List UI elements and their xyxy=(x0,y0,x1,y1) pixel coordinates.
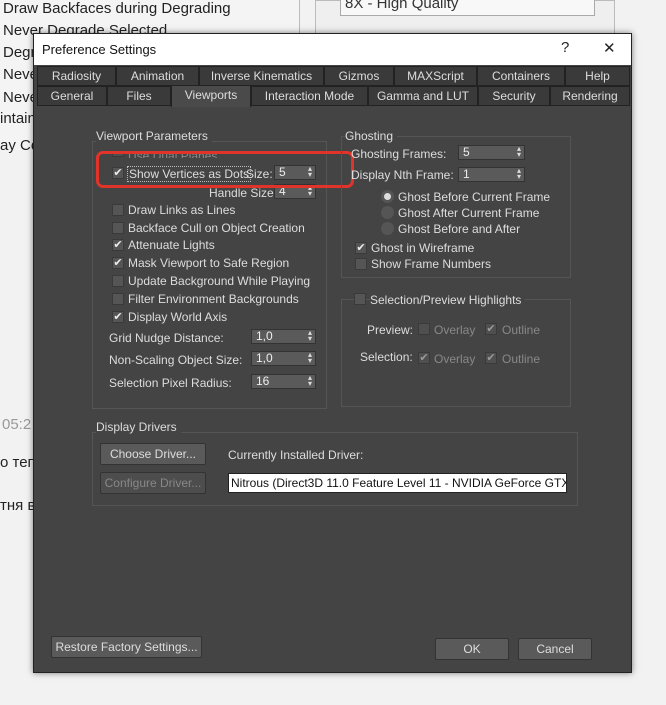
bg-line: Degr xyxy=(3,44,36,61)
selection-overlay-label: Overlay xyxy=(434,352,476,366)
display-nth-label: Display Nth Frame: xyxy=(351,168,454,182)
grid-nudge-spinner[interactable]: 1,0 ▴ ▾ xyxy=(251,329,316,344)
ghost-before-radio[interactable] xyxy=(381,190,394,203)
spinner-arrows-icon[interactable]: ▴ ▾ xyxy=(517,145,521,159)
tab-viewports[interactable]: Viewports xyxy=(171,85,251,107)
tab-security[interactable]: Security xyxy=(478,86,550,106)
preview-overlay-label: Overlay xyxy=(434,323,476,337)
mask-viewport-label: Mask Viewport to Safe Region xyxy=(128,256,290,270)
display-nth-value: 1 xyxy=(463,167,470,181)
ghost-wireframe-label: Ghost in Wireframe xyxy=(371,241,475,255)
tab-containers[interactable]: Containers xyxy=(477,66,565,86)
background-quality-dropdown: 8X - High Quality xyxy=(340,0,595,16)
preview-outline-checkbox[interactable]: ✔ xyxy=(485,323,497,335)
ghosting-frames-label: Ghosting Frames: xyxy=(351,147,447,161)
preview-label: Preview: xyxy=(367,323,414,337)
non-scaling-value: 1,0 xyxy=(256,351,273,365)
selection-preview-highlights-checkbox[interactable] xyxy=(354,293,366,305)
ghosting-title: Ghosting xyxy=(345,129,398,143)
tab-animation[interactable]: Animation xyxy=(116,66,199,86)
backface-cull-label: Backface Cull on Object Creation xyxy=(128,221,305,235)
backface-cull-checkbox[interactable] xyxy=(112,222,124,234)
attenuate-lights-label: Attenuate Lights xyxy=(128,238,215,252)
red-highlight-annotation xyxy=(96,151,354,188)
show-frame-numbers-checkbox[interactable] xyxy=(355,258,367,270)
restore-factory-settings-button[interactable]: Restore Factory Settings... xyxy=(51,636,202,658)
ghost-after-radio[interactable] xyxy=(381,206,394,219)
ghost-before-after-radio[interactable] xyxy=(381,222,394,235)
grid-nudge-label: Grid Nudge Distance: xyxy=(109,331,224,345)
spinner-arrows-icon[interactable]: ▴ ▾ xyxy=(308,351,312,365)
non-scaling-label: Non-Scaling Object Size: xyxy=(109,353,243,367)
tab-interaction-mode[interactable]: Interaction Mode xyxy=(251,86,368,106)
selection-preview-highlights-label: Selection/Preview Highlights xyxy=(370,293,526,307)
spinner-arrows-icon[interactable]: ▴ ▾ xyxy=(308,329,312,343)
tab-files[interactable]: Files xyxy=(107,86,171,106)
selection-label: Selection: xyxy=(360,350,413,364)
bg-line: intain xyxy=(0,110,36,127)
display-world-axis-label: Display World Axis xyxy=(128,310,228,324)
draw-links-checkbox[interactable] xyxy=(112,204,124,216)
close-icon[interactable]: ✕ xyxy=(603,39,616,57)
tab-inverse-kinematics[interactable]: Inverse Kinematics xyxy=(199,66,324,86)
installed-driver-field: Nitrous (Direct3D 11.0 Feature Level 11 … xyxy=(228,473,567,493)
spinner-arrows-icon[interactable]: ▴ ▾ xyxy=(308,374,312,388)
tab-help[interactable]: Help xyxy=(565,66,630,86)
ghosting-frames-value: 5 xyxy=(463,145,470,159)
help-button[interactable]: ? xyxy=(561,39,569,56)
selection-overlay-checkbox[interactable]: ✔ xyxy=(418,352,430,364)
update-background-label: Update Background While Playing xyxy=(128,274,311,288)
filter-environment-checkbox[interactable] xyxy=(112,293,124,305)
preview-overlay-checkbox[interactable] xyxy=(418,323,430,335)
ghosting-frames-spinner[interactable]: 5 ▴ ▾ xyxy=(458,145,525,160)
tab-maxscript[interactable]: MAXScript xyxy=(394,66,477,86)
pixel-radius-label: Selection Pixel Radius: xyxy=(109,376,232,390)
title-bar: Preference Settings ? ✕ xyxy=(34,34,631,65)
update-background-checkbox[interactable] xyxy=(112,275,124,287)
grid-nudge-value: 1,0 xyxy=(256,329,273,343)
pixel-radius-spinner[interactable]: 16 ▴ ▾ xyxy=(251,374,316,389)
ghost-before-label: Ghost Before Current Frame xyxy=(398,190,551,204)
show-frame-numbers-label: Show Frame Numbers xyxy=(371,257,492,271)
installed-driver-label: Currently Installed Driver: xyxy=(228,448,364,462)
selection-outline-checkbox[interactable]: ✔ xyxy=(485,352,497,364)
mask-viewport-checkbox[interactable]: ✔ xyxy=(112,257,124,269)
ghost-wireframe-checkbox[interactable]: ✔ xyxy=(355,242,367,254)
cancel-button[interactable]: Cancel xyxy=(518,638,592,660)
handle-size-label: Handle Size: xyxy=(209,186,278,200)
dialog-title: Preference Settings xyxy=(42,42,157,57)
selection-outline-label: Outline xyxy=(502,352,541,366)
tab-gizmos[interactable]: Gizmos xyxy=(324,66,394,86)
display-drivers-title: Display Drivers xyxy=(96,420,181,434)
display-nth-spinner[interactable]: 1 ▴ ▾ xyxy=(458,167,525,182)
bg-line: Draw Backfaces during Degrading xyxy=(3,0,231,17)
tab-rendering[interactable]: Rendering xyxy=(550,86,630,106)
attenuate-lights-checkbox[interactable]: ✔ xyxy=(112,239,124,251)
ok-button[interactable]: OK xyxy=(435,638,509,660)
configure-driver-button[interactable]: Configure Driver... xyxy=(100,472,206,494)
non-scaling-spinner[interactable]: 1,0 ▴ ▾ xyxy=(251,351,316,366)
tab-general[interactable]: General xyxy=(37,86,107,106)
choose-driver-button[interactable]: Choose Driver... xyxy=(100,443,206,465)
ghost-after-label: Ghost After Current Frame xyxy=(398,206,540,220)
ghost-before-after-label: Ghost Before and After xyxy=(398,222,521,236)
preference-settings-dialog: Preference Settings ? ✕ Radiosity Animat… xyxy=(33,33,632,673)
preview-outline-label: Outline xyxy=(502,323,541,337)
display-world-axis-checkbox[interactable]: ✔ xyxy=(112,311,124,323)
draw-links-label: Draw Links as Lines xyxy=(128,203,236,217)
pixel-radius-value: 16 xyxy=(256,374,270,388)
tab-gamma-and-lut[interactable]: Gamma and LUT xyxy=(368,86,478,106)
spinner-arrows-icon[interactable]: ▴ ▾ xyxy=(517,167,521,181)
viewport-parameters-title: Viewport Parameters xyxy=(96,129,212,143)
filter-environment-label: Filter Environment Backgrounds xyxy=(128,292,299,306)
tab-radiosity[interactable]: Radiosity xyxy=(37,66,116,86)
bg-time: 05:2 xyxy=(2,416,32,433)
